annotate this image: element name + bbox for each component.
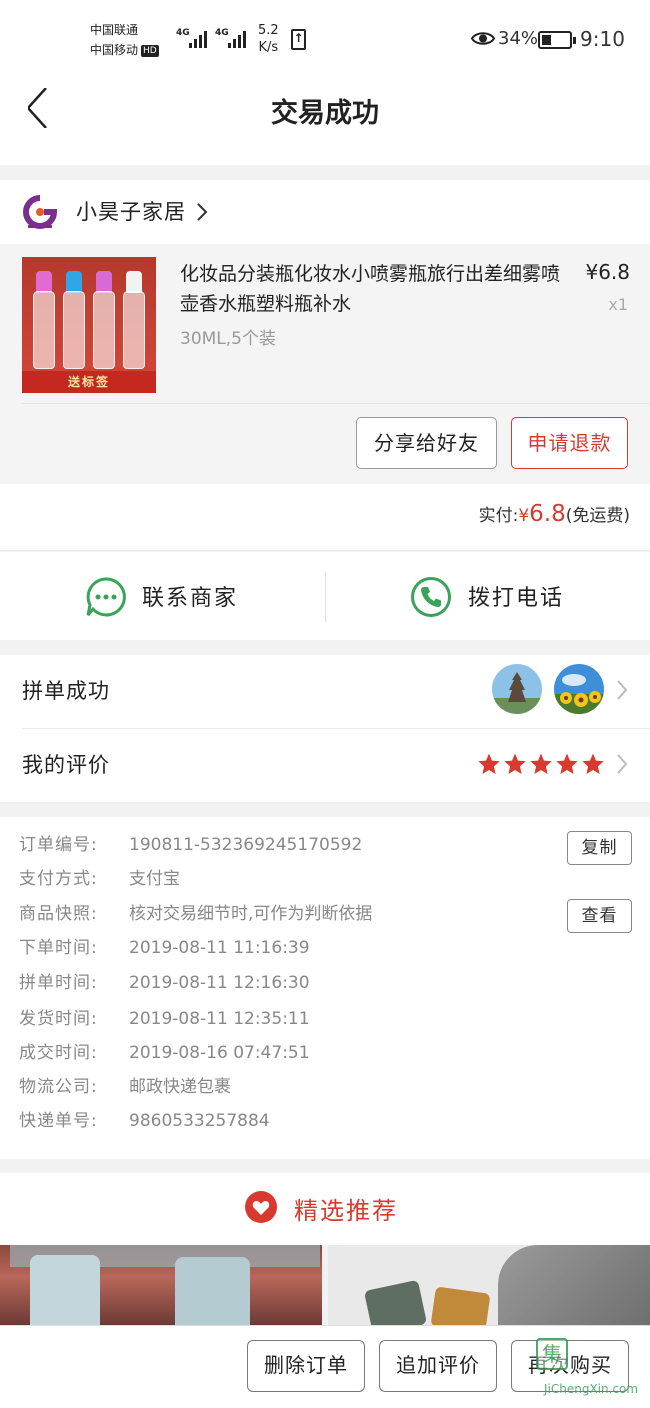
- signal-bars-icon: [228, 30, 246, 48]
- chat-bubble-icon: [86, 577, 126, 617]
- thumb-tag: 送标签: [22, 371, 156, 393]
- shop-row[interactable]: 小昊子家居: [0, 180, 650, 244]
- product-card[interactable]: 送标签 化妆品分装瓶化妆水小喷雾瓶旅行出差细雾喷壶香水瓶塑料瓶补水 30ML,5…: [0, 244, 650, 484]
- review-row[interactable]: 我的评价: [0, 729, 650, 802]
- share-button[interactable]: 分享给好友: [356, 417, 497, 469]
- chevron-right-icon: [617, 754, 628, 774]
- contact-merchant-button[interactable]: 联系商家: [0, 552, 325, 640]
- delete-order-button[interactable]: 删除订单: [247, 1340, 365, 1392]
- star-icon: [530, 753, 552, 774]
- star-icon: [504, 753, 526, 774]
- star-icon: [556, 753, 578, 774]
- product-name: 化妆品分装瓶化妆水小喷雾瓶旅行出差细雾喷壶香水瓶塑料瓶补水: [180, 263, 561, 315]
- tracking-number-row: 快递单号: 9860533257884: [19, 1111, 270, 1131]
- add-review-button[interactable]: 追加评价: [379, 1340, 497, 1392]
- copy-button[interactable]: 复制: [567, 831, 632, 865]
- ship-time-row: 发货时间: 2019-08-11 12:35:11: [19, 1009, 310, 1029]
- star-icon: [478, 753, 500, 774]
- network-speed: 5.2 K/s: [258, 23, 279, 55]
- payment-method-row: 支付方式: 支付宝: [19, 869, 180, 889]
- battery-icon: [538, 31, 576, 49]
- review-label: 我的评价: [22, 753, 110, 777]
- status-rows: 拼单成功 我的评价: [0, 655, 650, 802]
- battery-fill: [542, 35, 551, 45]
- order-number-row: 订单编号: 190811-532369245170592: [19, 835, 363, 855]
- paid-amount: 6.8: [529, 501, 566, 527]
- recommend-header: 精选推荐: [0, 1173, 650, 1245]
- chevron-right-icon: [197, 203, 208, 221]
- watermark-logo-icon: 集: [536, 1338, 568, 1370]
- refund-button[interactable]: 申请退款: [511, 417, 628, 469]
- clock: 9:10: [580, 27, 625, 51]
- rating-stars: [477, 752, 605, 776]
- recommend-label: 精选推荐: [294, 1197, 398, 1225]
- carrier-2: 中国移动: [90, 43, 139, 57]
- deal-time-row: 成交时间: 2019-08-16 07:47:51: [19, 1043, 310, 1063]
- chevron-right-icon: [617, 680, 628, 700]
- recommend-item-image[interactable]: [0, 1245, 322, 1325]
- avatar: [492, 664, 542, 714]
- carrier-1: 中国联通: [90, 23, 139, 37]
- phone-icon: [411, 577, 451, 617]
- product-spec: 30ML,5个装: [180, 329, 276, 349]
- paid-label: 实付:: [478, 506, 519, 526]
- shop-logo-icon: [23, 195, 58, 229]
- heart-icon: [245, 1191, 277, 1223]
- battery-percent: 34%: [498, 28, 539, 49]
- shop-name[interactable]: 小昊子家居: [76, 196, 186, 226]
- contact-bar: 联系商家 拨打电话: [0, 552, 650, 640]
- signal-bars-icon: [189, 30, 207, 48]
- payment-summary: 实付:¥6.8(免运费): [0, 484, 650, 551]
- network-type-2: 4G: [215, 28, 229, 38]
- upload-icon: ↑: [291, 29, 306, 50]
- product-thumbnail[interactable]: 送标签: [22, 257, 156, 393]
- logistics-row: 物流公司: 邮政快递包裹: [19, 1077, 231, 1097]
- group-time-row: 拼单时间: 2019-08-11 12:16:30: [19, 973, 310, 993]
- order-time-row: 下单时间: 2019-08-11 11:16:39: [19, 938, 310, 958]
- carrier-info: 中国联通 中国移动 HD: [90, 20, 159, 60]
- group-row[interactable]: 拼单成功: [0, 655, 650, 729]
- view-snapshot-button[interactable]: 查看: [567, 899, 632, 933]
- recommend-item-image[interactable]: [328, 1245, 650, 1325]
- order-info: 订单编号: 190811-532369245170592 支付方式: 支付宝 商品快…: [0, 817, 650, 1159]
- divider: [22, 403, 650, 404]
- product-price: ¥6.8: [585, 260, 630, 284]
- group-label: 拼单成功: [22, 679, 110, 703]
- status-bar: 中国联通 中国移动 HD 4G 4G 5.2 K/s ↑ 34% 9:10: [0, 0, 650, 75]
- watermark-url: JiChengXin.com: [544, 1382, 639, 1396]
- product-quantity: x1: [608, 295, 628, 314]
- header: 交易成功: [0, 75, 650, 165]
- eye-icon: [471, 32, 495, 45]
- star-icon: [582, 753, 604, 774]
- paid-currency: ¥: [518, 506, 530, 526]
- call-phone-button[interactable]: 拨打电话: [326, 552, 650, 640]
- call-phone-label: 拨打电话: [468, 586, 565, 611]
- contact-merchant-label: 联系商家: [142, 586, 239, 611]
- page-title: 交易成功: [271, 98, 379, 129]
- avatar: [554, 664, 604, 714]
- hd-badge: HD: [141, 44, 159, 57]
- snapshot-row: 商品快照: 核对交易细节时,可作为判断依据: [19, 904, 373, 924]
- network-type-1: 4G: [176, 28, 190, 38]
- watermark: 集 JiChengXin.com: [532, 1332, 650, 1408]
- shipping-note: (免运费): [565, 506, 630, 526]
- order-number: 190811-532369245170592: [129, 835, 363, 855]
